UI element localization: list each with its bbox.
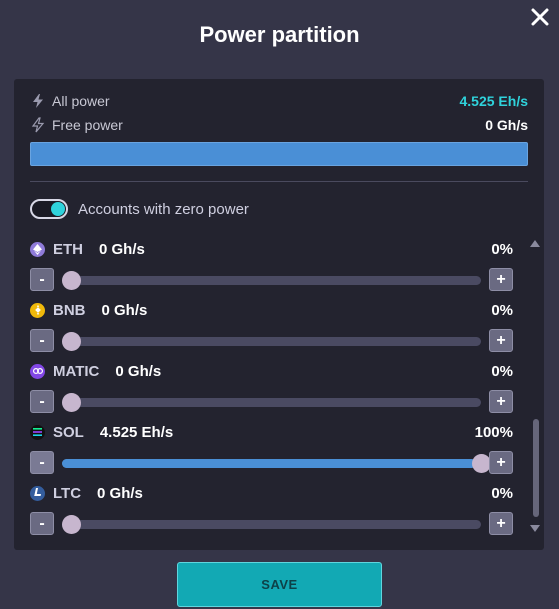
coin-name: MATIC — [53, 362, 100, 380]
coin-name: SOL — [53, 423, 84, 441]
matic-icon — [30, 363, 45, 379]
lightning-outline-icon — [31, 117, 45, 133]
coin-power-value: 0 Gh/s — [97, 484, 143, 502]
decrease-button[interactable]: - — [30, 512, 54, 535]
coin-percent: 0% — [491, 240, 513, 258]
scrollbar-thumb[interactable] — [533, 419, 539, 517]
power-slider-thumb[interactable] — [62, 332, 81, 351]
coin-row-sol: SOL 4.525 Eh/s 100% - + — [30, 423, 528, 479]
coin-row-bnb: BNB 0 Gh/s 0% - + — [30, 301, 528, 357]
coin-percent: 0% — [491, 362, 513, 380]
coin-name: LTC — [53, 484, 82, 502]
coin-percent: 0% — [491, 484, 513, 502]
coin-header: ETH 0 Gh/s 0% — [30, 240, 513, 258]
increase-button[interactable]: + — [489, 512, 513, 535]
coin-row-eth: ETH 0 Gh/s 0% - + — [30, 240, 528, 296]
power-slider-track[interactable] — [62, 398, 481, 407]
decrease-button[interactable]: - — [30, 451, 54, 474]
scroll-down-arrow[interactable] — [530, 525, 540, 532]
power-slider-track[interactable] — [62, 459, 481, 468]
coin-row-ltc: LTC 0 Gh/s 0% - + — [30, 484, 528, 540]
zero-power-toggle[interactable] — [30, 199, 68, 219]
coin-name: BNB — [53, 301, 86, 319]
scroll-up-arrow[interactable] — [530, 240, 540, 247]
power-slider-thumb[interactable] — [62, 271, 81, 290]
coin-row-matic: MATIC 0 Gh/s 0% - + — [30, 362, 528, 418]
coin-percent: 0% — [491, 301, 513, 319]
increase-button[interactable]: + — [489, 451, 513, 474]
zero-power-toggle-row: Accounts with zero power — [30, 198, 249, 220]
coin-header: BNB 0 Gh/s 0% — [30, 301, 513, 319]
eth-icon — [30, 241, 45, 257]
all-power-label: All power — [52, 93, 110, 109]
decrease-button[interactable]: - — [30, 329, 54, 352]
coin-power-value: 0 Gh/s — [101, 301, 148, 319]
allocation-bar — [30, 142, 528, 166]
coin-percent: 100% — [474, 423, 513, 441]
power-slider-thumb[interactable] — [62, 515, 81, 534]
all-power-value: 4.525 Eh/s — [459, 93, 529, 109]
all-power-row: All power 4.525 Eh/s — [30, 92, 528, 110]
coin-name: ETH — [53, 240, 83, 258]
dialog-title: Power partition — [199, 22, 360, 47]
lightning-icon — [33, 94, 43, 108]
power-slider-thumb[interactable] — [62, 393, 81, 412]
free-power-value: 0 Gh/s — [485, 117, 528, 133]
bnb-icon — [30, 302, 45, 318]
zero-power-toggle-label: Accounts with zero power — [78, 200, 249, 218]
power-slider-fill — [62, 459, 476, 468]
coin-header: LTC 0 Gh/s 0% — [30, 484, 513, 502]
decrease-button[interactable]: - — [30, 390, 54, 413]
sol-icon — [30, 424, 45, 440]
partition-panel: All power 4.525 Eh/s Free power 0 Gh/s A… — [14, 79, 544, 550]
power-slider-track[interactable] — [62, 520, 481, 529]
coin-header: MATIC 0 Gh/s 0% — [30, 362, 513, 380]
power-slider-track[interactable] — [62, 276, 481, 285]
increase-button[interactable]: + — [489, 390, 513, 413]
decrease-button[interactable]: - — [30, 268, 54, 291]
increase-button[interactable]: + — [489, 329, 513, 352]
coin-power-value: 4.525 Eh/s — [99, 423, 174, 441]
coin-power-value: 0 Gh/s — [99, 240, 145, 258]
power-slider-track[interactable] — [62, 337, 481, 346]
coin-header: SOL 4.525 Eh/s 100% — [30, 423, 513, 441]
divider — [30, 181, 528, 182]
ltc-icon — [30, 485, 45, 501]
free-power-label: Free power — [52, 117, 123, 133]
coin-power-value: 0 Gh/s — [115, 362, 162, 380]
increase-button[interactable]: + — [489, 268, 513, 291]
free-power-row: Free power 0 Gh/s — [30, 116, 528, 134]
save-button[interactable]: SAVE — [177, 562, 382, 607]
